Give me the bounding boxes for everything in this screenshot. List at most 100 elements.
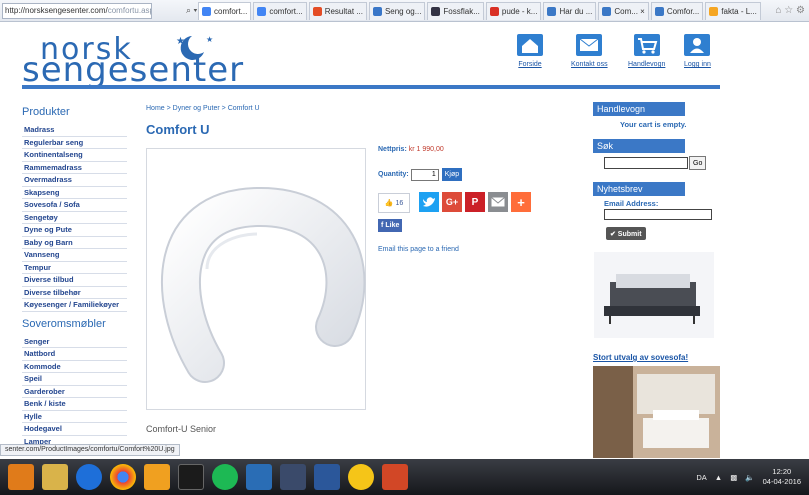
browser-tab[interactable]: Har du ... (543, 1, 597, 20)
sidebar-furniture-link[interactable]: Kommode (22, 361, 127, 373)
nav-cart-label[interactable]: Handlevogn (628, 61, 665, 68)
browser-tab[interactable]: fakta - L... (705, 1, 761, 20)
sidebar-product-link[interactable]: Overmadrass (22, 174, 127, 187)
tab-favicon-icon (312, 6, 322, 16)
svg-text:★: ★ (176, 36, 185, 47)
sidebar-furniture-link[interactable]: Benk / kiste (22, 398, 127, 411)
sidebar-product-link[interactable]: Regulerbar seng (22, 137, 127, 149)
browser-tab[interactable]: Resultat ... (308, 1, 367, 20)
sidebar-furniture-link[interactable]: Garderober (22, 386, 127, 398)
start-app-icon[interactable] (8, 464, 34, 490)
monitor-icon[interactable] (280, 464, 306, 490)
sidebar-product-link[interactable]: Køyesenger / Familiekøyer (22, 299, 127, 312)
sidebar-product-link[interactable]: Baby og Barn (22, 237, 127, 249)
browser-tab[interactable]: Fossflak... (427, 1, 484, 20)
like-count-box[interactable]: 👍 16 (378, 193, 410, 213)
thumbs-up-icon: 👍 (384, 200, 394, 207)
word-icon[interactable] (314, 464, 340, 490)
media-player-icon[interactable] (144, 464, 170, 490)
tab-favicon-icon (431, 6, 441, 16)
language-indicator[interactable]: DA (696, 473, 706, 482)
spotify-icon[interactable] (212, 464, 238, 490)
folder-icon[interactable] (42, 464, 68, 490)
quantity-input[interactable] (410, 168, 439, 181)
address-controls[interactable]: ⌕ ▾ C (152, 5, 206, 16)
sidebar-furniture-link[interactable]: Speil (22, 373, 127, 386)
nav-contact-label[interactable]: Kontakt oss (571, 61, 608, 68)
nav-contact[interactable]: Kontakt oss (571, 34, 608, 68)
newsletter-email-input[interactable] (604, 209, 712, 220)
pinterest-share-icon[interactable]: P (465, 192, 485, 212)
sidebar-product-link[interactable]: Diverse tilbud (22, 274, 127, 287)
site-logo[interactable]: norsk sengesenter ★ ★ (22, 32, 243, 90)
sidebar-furniture-link[interactable]: Hylle (22, 411, 127, 423)
cart-icon (633, 34, 660, 56)
sidebar-furniture-link[interactable]: Senger (22, 336, 127, 348)
internet-explorer-icon[interactable] (76, 464, 102, 490)
browser-tab[interactable]: Com... × (598, 1, 649, 20)
network-icon[interactable]: ▩ (730, 473, 737, 482)
clock[interactable]: 12:20 04-04-2016 (763, 467, 801, 487)
tab-favicon-icon (257, 6, 267, 16)
more-share-icon[interactable]: + (511, 192, 531, 212)
calculator-icon[interactable] (178, 464, 204, 490)
sidebar-product-link[interactable]: Diverse tilbehør (22, 287, 127, 299)
system-tray: DA ▲ ▩ 🔈 12:20 04-04-2016 (696, 467, 801, 487)
sidebar-product-link[interactable]: Madrass (22, 124, 127, 137)
facebook-like-button[interactable]: f Like (378, 219, 403, 232)
sidebar-furniture-link[interactable]: Hodegavel (22, 423, 127, 436)
search-go-button[interactable]: Go (689, 156, 707, 170)
address-bar[interactable]: http://norsksengesenter.com/comfortu.asp… (2, 2, 152, 19)
sidebar-furniture-link[interactable]: Nattbord (22, 348, 127, 361)
newsletter-submit-button[interactable]: ✔ Submit (606, 227, 646, 240)
sidebar-product-link[interactable]: Kontinentalseng (22, 149, 127, 162)
tab-favicon-icon (547, 6, 557, 16)
nav-login[interactable]: Logg inn (684, 34, 711, 68)
chrome-icon[interactable] (110, 464, 136, 490)
browser-tab[interactable]: pude - k... (485, 1, 542, 20)
sidebar-product-link[interactable]: Dyne og Pute (22, 224, 127, 237)
browser-tools-icon[interactable]: ⌂ ☆ ⚙ (775, 5, 805, 16)
buy-button[interactable]: Kjøp (441, 168, 463, 181)
documents-icon[interactable] (246, 464, 272, 490)
sidebar-product-link[interactable]: Sovesofa / Sofa (22, 199, 127, 212)
search-input[interactable] (604, 157, 688, 169)
user-icon (684, 34, 711, 56)
browser-tab[interactable]: comfort... (198, 1, 252, 20)
status-url: senter.com/ProductImages/comfortu/Comfor… (0, 444, 180, 456)
sidebar-product-link[interactable]: Rammemadrass (22, 162, 127, 174)
twitter-share-icon[interactable] (419, 192, 439, 212)
powerpoint-icon[interactable] (382, 464, 408, 490)
sofabed-image[interactable] (594, 252, 714, 338)
browser-tab[interactable]: Seng og... (368, 1, 426, 20)
email-friend-link[interactable]: Email this page to a friend (378, 246, 459, 253)
nav-cart[interactable]: Handlevogn (628, 34, 665, 68)
browser-tab[interactable]: comfort... (253, 1, 307, 20)
sidebar-product-link[interactable]: Tempur (22, 262, 127, 274)
sidebar-product-link[interactable]: Vannseng (22, 249, 127, 262)
tab-favicon-icon (654, 6, 664, 16)
nav-home-label[interactable]: Forside (518, 61, 541, 68)
sofa-promo-link[interactable]: Stort utvalg av sovesofa! (593, 353, 688, 362)
url-text: http://norsksengesenter.com/ (5, 6, 108, 15)
volume-icon[interactable]: 🔈 (745, 473, 754, 482)
paint-icon[interactable] (348, 464, 374, 490)
tab-favicon-icon (202, 6, 211, 16)
url-path: comfortu.aspx (107, 6, 151, 15)
browser-tab[interactable]: Comfor... (650, 1, 704, 20)
tray-up-arrow-icon[interactable]: ▲ (715, 473, 722, 482)
email-share-icon[interactable] (488, 192, 508, 212)
sidebar-product-link[interactable]: Sengetøy (22, 212, 127, 224)
tab-label: fakta - L... (721, 6, 757, 16)
bedroom-image[interactable] (593, 366, 720, 458)
quantity-label: Quantity: (378, 171, 409, 178)
sidebar-product-link[interactable]: Skapseng (22, 187, 127, 199)
breadcrumb[interactable]: Home > Dyner og Puter > Comfort U (146, 105, 260, 112)
nav-home[interactable]: Forside (517, 34, 543, 68)
google-plus-share-icon[interactable]: G+ (442, 192, 462, 212)
tab-strip: comfort... comfort... Resultat ... Seng og.… (196, 1, 761, 20)
product-image[interactable] (146, 148, 366, 410)
sidebar-products-title: Produkter (22, 106, 70, 118)
nav-login-label[interactable]: Logg inn (684, 61, 711, 68)
like-count: 16 (395, 199, 404, 207)
